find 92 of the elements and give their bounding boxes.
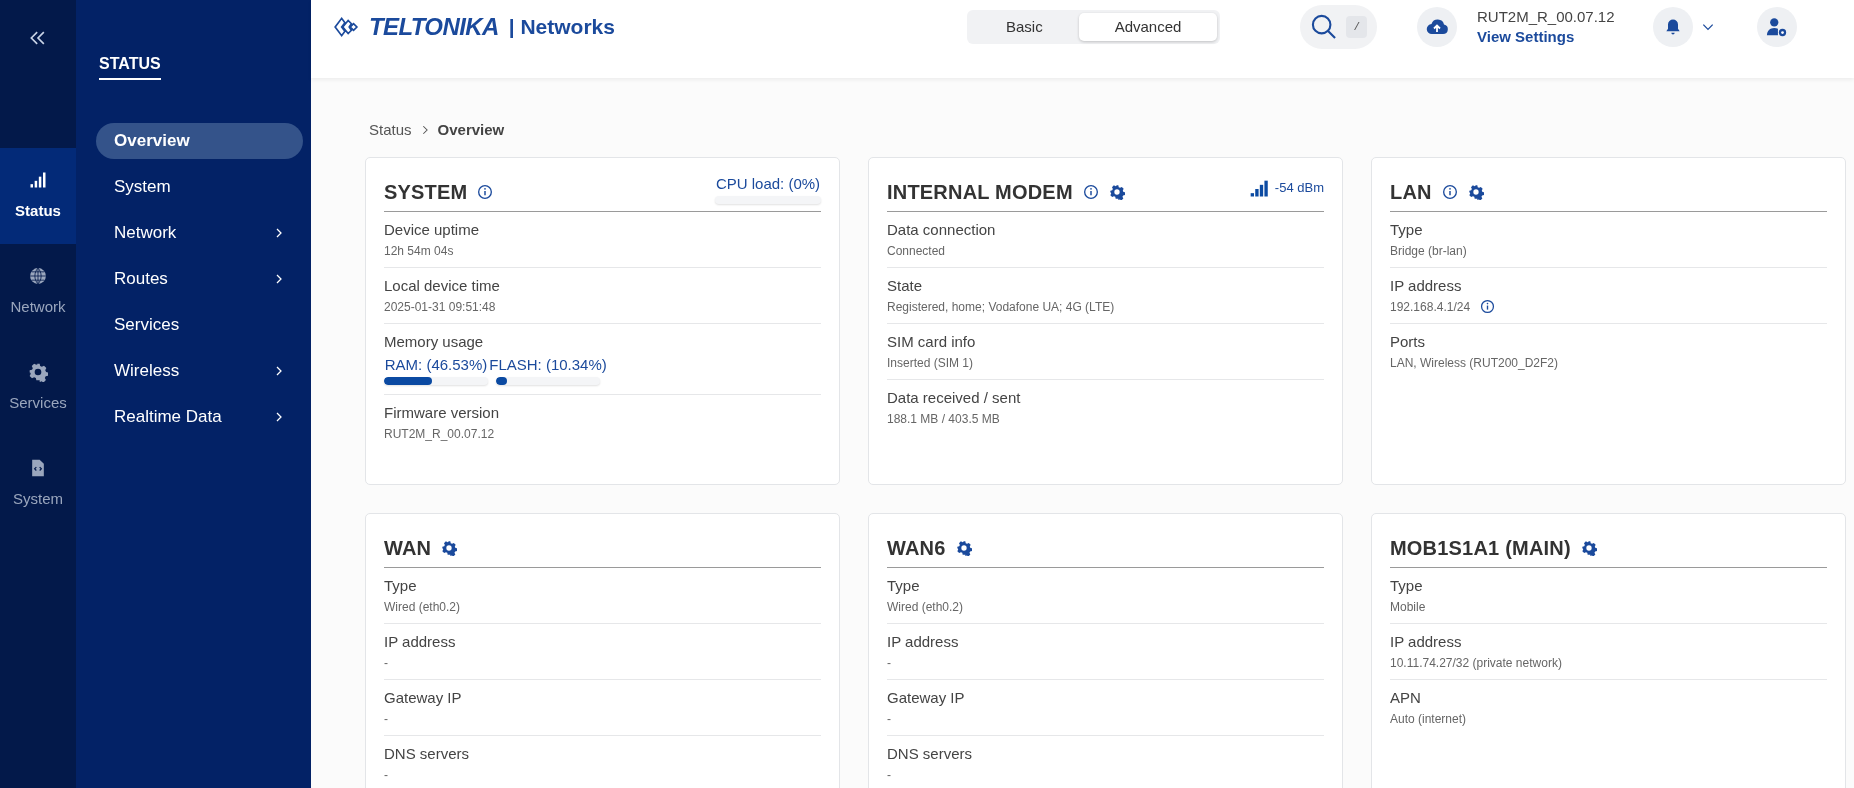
- field-value: -: [887, 766, 891, 784]
- nav-item[interactable]: Routes: [96, 261, 303, 297]
- field-value: Wired (eth0.2): [887, 598, 964, 616]
- logo-subtitle: | Networks: [508, 14, 615, 41]
- field-label: SIM card info: [887, 331, 977, 352]
- card-title: WAN: [384, 536, 432, 561]
- field-label: Local device time: [384, 275, 501, 296]
- gear-icon: [28, 361, 48, 382]
- gear-icon[interactable]: [1580, 540, 1597, 556]
- mode-tab[interactable]: Advanced: [1078, 13, 1218, 41]
- field-value: Auto (internet): [1390, 710, 1467, 728]
- card-title: MOB1S1A1 (MAIN): [1390, 536, 1571, 561]
- nav-item[interactable]: Services: [96, 307, 303, 343]
- field-label: Gateway IP: [384, 687, 463, 708]
- breadcrumb-item[interactable]: Status: [369, 119, 412, 142]
- field-value: -: [384, 710, 388, 728]
- gear-icon[interactable]: [1108, 184, 1125, 200]
- field-value: -: [384, 654, 388, 672]
- field-label: DNS servers: [887, 743, 973, 764]
- field-value: Connected: [887, 242, 946, 260]
- nav-item[interactable]: System: [96, 169, 303, 205]
- field-label: Type: [887, 575, 921, 596]
- notifications-button[interactable]: [1652, 7, 1693, 47]
- field-value: Bridge (br-lan): [1390, 242, 1467, 260]
- field-value: 2025-01-31 09:51:48: [384, 298, 496, 316]
- shortcut-key: /: [1346, 15, 1367, 39]
- field-value: Mobile: [1390, 598, 1426, 616]
- nav-item[interactable]: Overview: [96, 123, 303, 159]
- meter-label: RAM: (46.53%): [384, 355, 488, 374]
- field-value: Registered, home; Vodafone UA; 4G (LTE): [887, 298, 1115, 316]
- gear-icon[interactable]: [955, 540, 972, 556]
- field-label: Device uptime: [384, 219, 481, 240]
- nav-item[interactable]: Realtime Data: [96, 399, 303, 435]
- nav-item[interactable]: Wireless: [96, 353, 303, 389]
- field-label: APN: [1390, 687, 1422, 708]
- rail-tab[interactable]: System: [0, 436, 76, 532]
- field-label: State: [887, 275, 924, 296]
- field-label: Data connection: [887, 219, 997, 240]
- gear-icon[interactable]: [441, 540, 458, 556]
- field-label: Ports: [1390, 331, 1426, 352]
- info-icon[interactable]: [1082, 184, 1099, 200]
- globe-icon: [28, 265, 48, 286]
- info-icon[interactable]: [477, 184, 494, 200]
- card-title: WAN6: [887, 536, 946, 561]
- search-button[interactable]: /: [1300, 5, 1377, 49]
- signal-icon: [1248, 179, 1269, 199]
- signal-reading: -54 dBm: [1274, 179, 1324, 198]
- rail-tab[interactable]: Services: [0, 340, 76, 436]
- field-label: IP address: [384, 631, 457, 652]
- rail-tab[interactable]: Network: [0, 244, 76, 340]
- firmware-version: RUT2M_R_00.07.12: [1477, 7, 1615, 27]
- search-icon: [1310, 13, 1339, 41]
- field-label: Type: [1390, 219, 1424, 240]
- breadcrumb-item: Overview: [437, 120, 505, 140]
- account-button[interactable]: [1756, 7, 1797, 47]
- meter-label: CPU load: (0%): [715, 174, 821, 193]
- field-label: Type: [1390, 575, 1424, 596]
- gear-icon[interactable]: [1467, 184, 1484, 200]
- card-title: SYSTEM: [384, 180, 468, 205]
- mode-tab[interactable]: Basic: [969, 13, 1079, 41]
- cloud-button[interactable]: [1417, 7, 1457, 47]
- meter-label: FLASH: (10.34%): [489, 355, 607, 374]
- view-settings-link[interactable]: View Settings: [1477, 27, 1615, 47]
- logo-text: TELTONIKA: [369, 12, 499, 42]
- field-value: Wired (eth0.2): [384, 598, 461, 616]
- field-label: IP address: [887, 631, 960, 652]
- field-label: Firmware version: [384, 402, 501, 423]
- field-value: -: [887, 654, 891, 672]
- field-label: DNS servers: [384, 743, 470, 764]
- nav-title: STATUS: [99, 52, 161, 80]
- rail-tab[interactable]: Status: [0, 148, 76, 244]
- user-gear-icon: [1765, 16, 1788, 38]
- card-title: LAN: [1390, 180, 1432, 205]
- field-value: 12h 54m 04s: [384, 242, 454, 260]
- field-label: Gateway IP: [887, 687, 966, 708]
- field-value: RUT2M_R_00.07.12: [384, 425, 495, 443]
- info-icon[interactable]: [1480, 299, 1496, 314]
- field-label: IP address: [1390, 275, 1463, 296]
- field-value: LAN, Wireless (RUT200_D2F2): [1390, 354, 1559, 372]
- field-value: 188.1 MB / 403.5 MB: [887, 410, 1000, 428]
- field-value: 10.11.74.27/32 (private network): [1390, 654, 1562, 672]
- field-value: Inserted (SIM 1): [887, 354, 974, 372]
- field-label: Data received / sent: [887, 387, 1022, 408]
- nav-item[interactable]: Network: [96, 215, 303, 251]
- field-label: Type: [384, 575, 418, 596]
- field-value: 192.168.4.1/24: [1390, 298, 1471, 316]
- field-value: -: [384, 766, 388, 784]
- field-label: IP address: [1390, 631, 1463, 652]
- card-title: INTERNAL MODEM: [887, 180, 1073, 205]
- field-value: -: [887, 710, 891, 728]
- info-icon[interactable]: [1441, 184, 1458, 200]
- field-label: Memory usage: [384, 331, 485, 352]
